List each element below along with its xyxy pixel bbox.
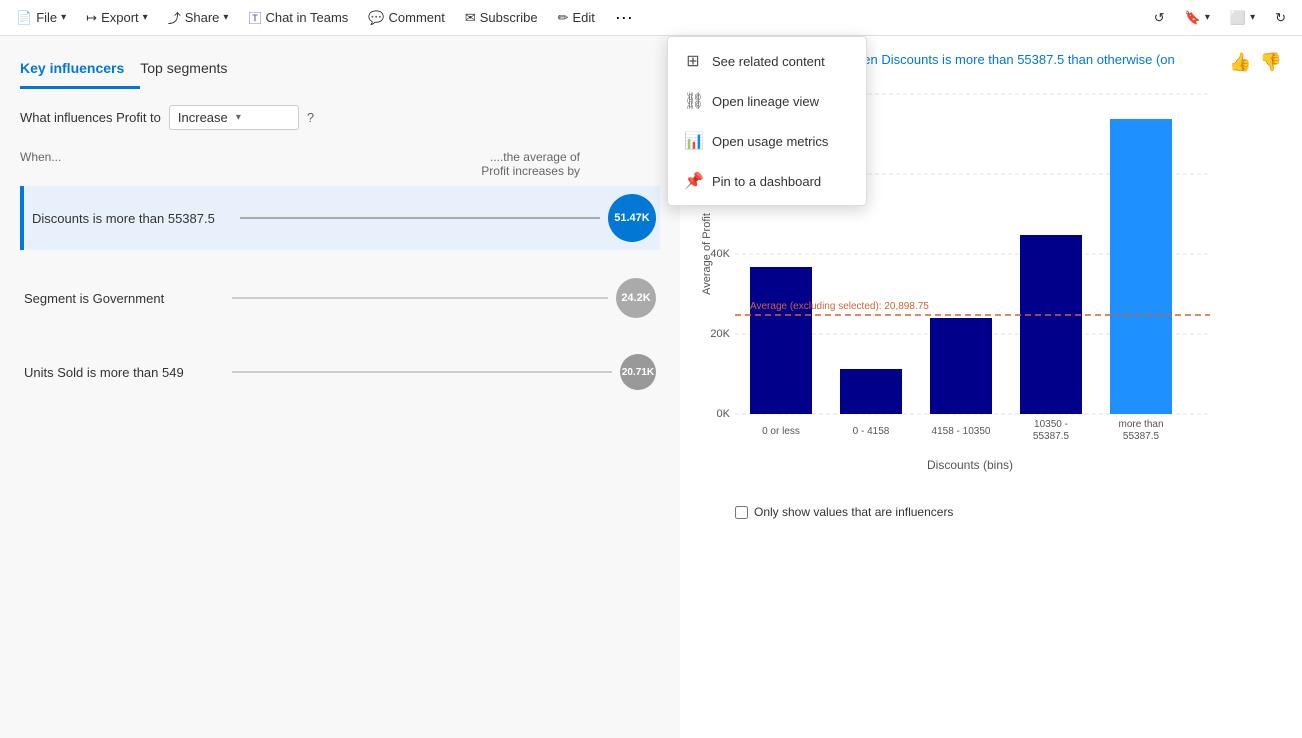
avg-label: ....the average of Profit increases by [460, 150, 580, 178]
influencer-bubble-1: 24.2K [616, 278, 656, 318]
undo-icon: ↺ [1154, 10, 1165, 26]
influencer-bubble-0: 51.47K [608, 194, 656, 242]
influencer-row-1[interactable]: Segment is Government 24.2K [20, 270, 660, 326]
svg-text:Average (excluding selected):: Average (excluding selected): 20,898.75 [750, 301, 929, 312]
svg-text:Average of Profit: Average of Profit [701, 213, 713, 295]
menu-item-see-related[interactable]: ⊞ See related content [668, 41, 866, 81]
edit-icon: ✏ [558, 10, 569, 26]
related-content-icon: ⊞ [684, 51, 702, 71]
svg-text:40K: 40K [710, 248, 730, 260]
toolbar: 📄 File ▾ ↦ Export ▾ ⤴ Share ▾ 🅃 Chat in … [0, 0, 1302, 36]
main-content: Key influencers Top segments What influe… [0, 36, 1302, 738]
share-button[interactable]: ⤴ Share ▾ [160, 4, 237, 31]
when-label: When... [20, 150, 61, 178]
menu-item-see-related-label: See related content [712, 54, 825, 69]
undo-button[interactable]: ↺ [1146, 6, 1173, 30]
export-icon: ↦ [86, 10, 97, 26]
comment-icon: 💬 [368, 10, 384, 26]
refresh-icon: ↻ [1275, 10, 1286, 26]
svg-text:more than: more than [1118, 419, 1163, 430]
svg-text:4158 - 10350: 4158 - 10350 [932, 426, 991, 437]
toolbar-right-actions: ↺ 🔖 ▾ ⬜ ▾ ↻ [1146, 6, 1294, 30]
dropdown-arrow-icon: ▾ [236, 112, 290, 123]
when-header: When... ....the average of Profit increa… [20, 150, 660, 178]
menu-item-usage-metrics-label: Open usage metrics [712, 134, 828, 149]
view-button[interactable]: ⬜ ▾ [1222, 6, 1263, 30]
file-chevron-icon: ▾ [61, 12, 66, 23]
subscribe-button[interactable]: ✉ Subscribe [457, 6, 546, 30]
tab-key-influencers[interactable]: Key influencers [20, 52, 140, 89]
filter-label: What influences Profit to [20, 110, 161, 125]
bookmark-button[interactable]: 🔖 ▾ [1177, 6, 1218, 30]
help-icon[interactable]: ? [307, 110, 314, 125]
influencer-line-0 [240, 217, 600, 219]
file-button[interactable]: 📄 File ▾ [8, 6, 74, 30]
thumbs-down-button[interactable]: 👎 [1260, 52, 1282, 73]
export-button[interactable]: ↦ Export ▾ [78, 6, 156, 30]
svg-text:0 - 4158: 0 - 4158 [853, 426, 890, 437]
menu-item-lineage-label: Open lineage view [712, 94, 819, 109]
tabs: Key influencers Top segments [20, 52, 660, 89]
pin-icon: 📌 [684, 171, 702, 191]
svg-text:0 or less: 0 or less [762, 426, 800, 437]
edit-button[interactable]: ✏ Edit [550, 6, 603, 30]
view-chevron-icon: ▾ [1250, 12, 1255, 23]
subscribe-icon: ✉ [465, 10, 476, 26]
chat-in-teams-button[interactable]: 🅃 Chat in Teams [240, 4, 356, 31]
svg-text:20K: 20K [710, 328, 730, 340]
teams-icon: 🅃 [248, 8, 261, 27]
like-bar: 👍 👎 [1229, 52, 1282, 73]
svg-text:55387.5: 55387.5 [1033, 431, 1070, 442]
dropdown-menu: ⊞ See related content ⛓ Open lineage vie… [667, 36, 867, 206]
share-chevron-icon: ▾ [223, 12, 228, 23]
left-panel: Key influencers Top segments What influe… [0, 36, 680, 738]
lineage-icon: ⛓ [684, 91, 702, 111]
menu-item-lineage[interactable]: ⛓ Open lineage view [668, 81, 866, 121]
comment-button[interactable]: 💬 Comment [360, 6, 453, 30]
menu-item-pin-label: Pin to a dashboard [712, 174, 821, 189]
influencer-line-2 [232, 371, 612, 373]
menu-item-usage-metrics[interactable]: 📊 Open usage metrics [668, 121, 866, 161]
influencer-row-0[interactable]: Discounts is more than 55387.5 51.47K [20, 186, 660, 250]
checkbox-label: Only show values that are influencers [754, 505, 953, 519]
view-icon: ⬜ [1230, 10, 1246, 26]
thumbs-up-button[interactable]: 👍 [1229, 52, 1251, 73]
influencer-text-2: Units Sold is more than 549 [24, 365, 224, 380]
more-icon: ··· [615, 7, 633, 27]
increase-dropdown[interactable]: Increase ▾ [169, 105, 299, 130]
checkbox-row: Only show values that are influencers [735, 505, 953, 519]
tab-top-segments[interactable]: Top segments [140, 52, 243, 89]
share-icon: ⤴ [168, 8, 181, 27]
influencer-line-1 [232, 297, 608, 299]
influencer-text-0: Discounts is more than 55387.5 [32, 211, 232, 226]
influencers-only-checkbox[interactable] [735, 506, 748, 519]
bookmark-icon: 🔖 [1185, 10, 1201, 26]
svg-text:Discounts (bins): Discounts (bins) [927, 458, 1013, 472]
filter-row: What influences Profit to Increase ▾ ? [20, 105, 660, 130]
influencer-row-2[interactable]: Units Sold is more than 549 20.71K [20, 346, 660, 398]
refresh-button[interactable]: ↻ [1267, 6, 1294, 30]
bookmark-chevron-icon: ▾ [1205, 12, 1210, 23]
svg-text:10350 -: 10350 - [1034, 419, 1068, 430]
export-chevron-icon: ▾ [143, 12, 148, 23]
influencer-text-1: Segment is Government [24, 291, 224, 306]
menu-item-pin-dashboard[interactable]: 📌 Pin to a dashboard [668, 161, 866, 201]
svg-text:0K: 0K [717, 408, 731, 420]
usage-metrics-icon: 📊 [684, 131, 702, 151]
more-options-button[interactable]: ··· [607, 3, 641, 32]
influencer-bubble-2: 20.71K [620, 354, 656, 390]
file-icon: 📄 [16, 10, 32, 26]
dropdown-value: Increase [178, 110, 232, 125]
svg-text:55387.5: 55387.5 [1123, 431, 1160, 442]
